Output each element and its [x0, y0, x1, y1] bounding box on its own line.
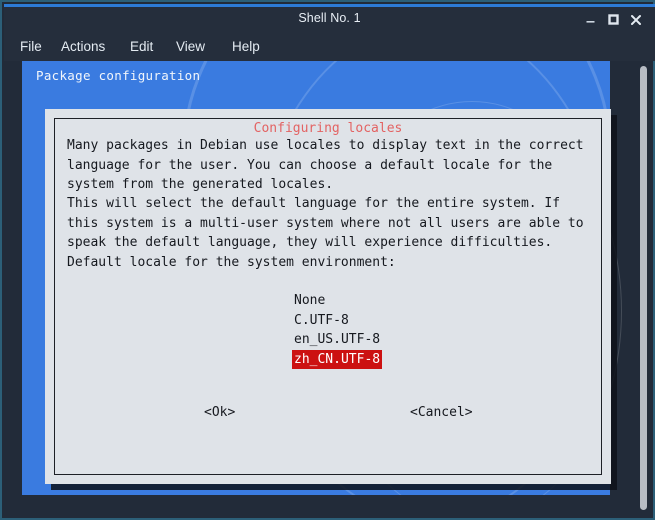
dialog-paragraph-2: This will select the default language fo…: [67, 196, 584, 250]
window-title: Shell No. 1: [298, 11, 361, 25]
package-configuration-heading: Package configuration: [36, 68, 201, 83]
menu-item-edit[interactable]: Edit: [127, 37, 156, 57]
title-bar: Shell No. 1: [4, 7, 655, 33]
dialog-backdrop: Package configuration Configuring locale…: [22, 61, 622, 513]
menu-item-actions[interactable]: Actions: [58, 37, 108, 57]
menu-item-view[interactable]: View: [173, 37, 208, 57]
locale-option-list[interactable]: None C.UTF-8 en_US.UTF-8 zh_CN.UTF-8: [292, 291, 383, 369]
terminal-scrollbar[interactable]: [639, 63, 648, 513]
menu-bar: File Actions Edit View Help: [4, 33, 655, 61]
menu-item-help[interactable]: Help: [229, 37, 263, 57]
dialog-paragraph-1: Many packages in Debian use locales to d…: [67, 138, 584, 192]
scrollbar-thumb[interactable]: [640, 66, 647, 510]
menu-item-file[interactable]: File: [17, 37, 45, 57]
cancel-button[interactable]: <Cancel>: [410, 405, 473, 420]
desktop-root: Shell No. 1 File Actions Edit View Help …: [0, 0, 655, 520]
minimize-icon[interactable]: [581, 11, 599, 29]
locale-option-zh-cn-utf8[interactable]: zh_CN.UTF-8: [292, 349, 383, 369]
locale-option-c-utf8[interactable]: C.UTF-8: [292, 311, 351, 331]
locale-option-none[interactable]: None: [292, 291, 327, 311]
close-icon[interactable]: [627, 11, 645, 29]
terminal-client-area[interactable]: Package configuration Configuring locale…: [13, 61, 634, 513]
dialog-inner-frame: Configuring locales Many packages in Deb…: [54, 118, 602, 475]
dialog-prompt-label: Default locale for the system environmen…: [67, 255, 396, 270]
terminal-window: Shell No. 1 File Actions Edit View Help …: [0, 0, 655, 520]
dialog-title: Configuring locales: [244, 121, 412, 136]
terminal-bottom-filler: [13, 495, 634, 513]
locale-option-en-us-utf8[interactable]: en_US.UTF-8: [292, 330, 382, 350]
ok-button[interactable]: <Ok>: [204, 405, 235, 420]
maximize-icon[interactable]: [604, 11, 622, 29]
configuring-locales-dialog: Configuring locales Many packages in Deb…: [45, 109, 611, 484]
